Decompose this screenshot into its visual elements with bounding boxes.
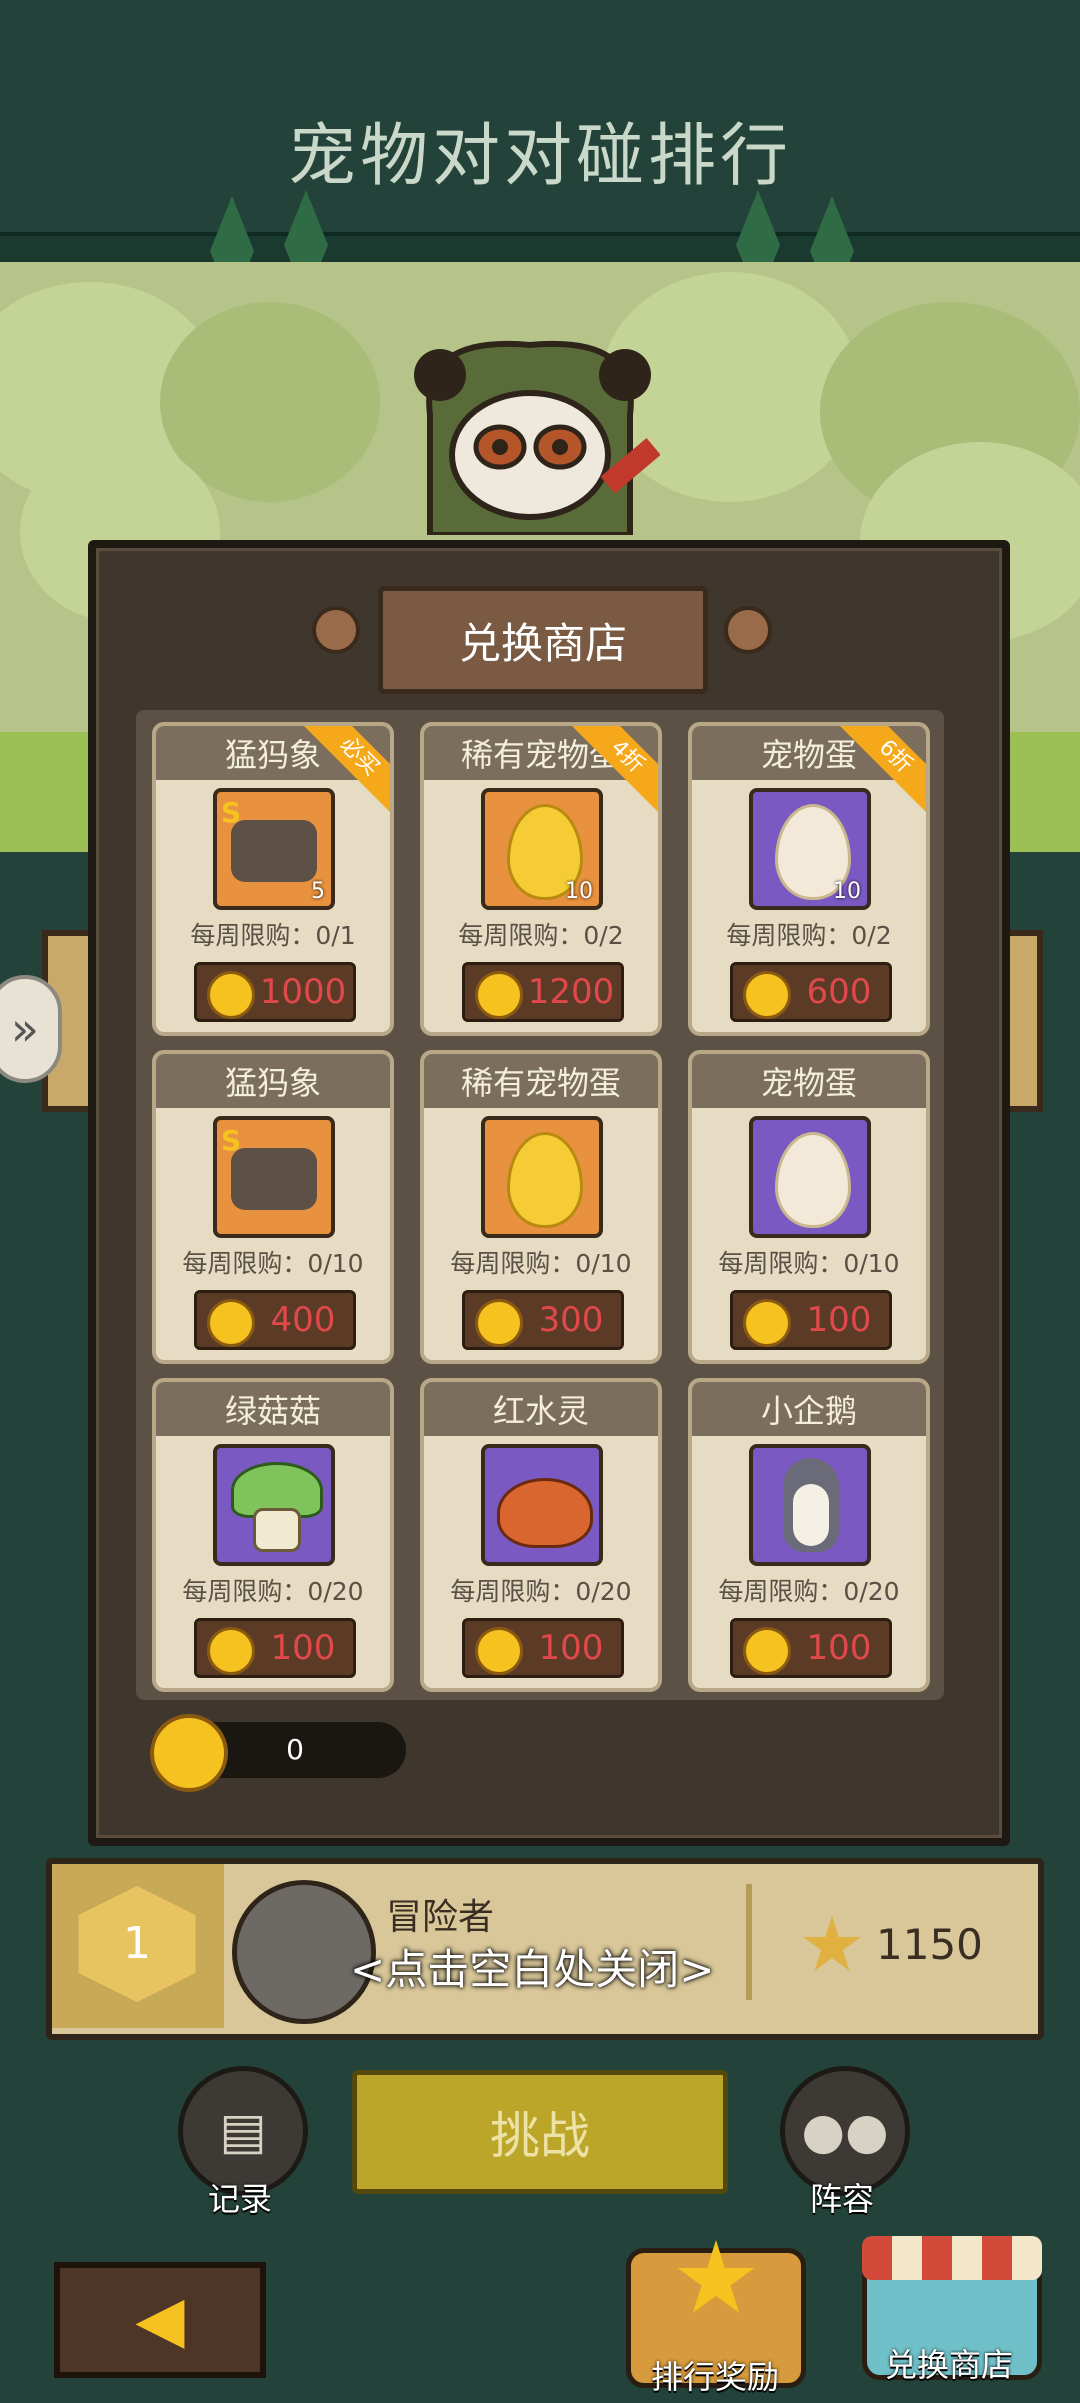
item-count: 10	[565, 879, 593, 904]
paw-coin-icon	[150, 1714, 228, 1792]
buy-price-button[interactable]: 600	[730, 962, 892, 1022]
divider	[746, 1884, 752, 2000]
shop-awning-icon	[862, 2236, 1042, 2280]
record-label: 记录	[207, 2180, 272, 2218]
nail-decoration	[724, 606, 772, 654]
shop-item-card[interactable]: 猛犸象 S 5 每周限购：0/1 1000 必买	[152, 722, 394, 1036]
exchange-shop-label: 兑换商店	[884, 2346, 1013, 2384]
tap-to-close-hint[interactable]: <点击空白处关闭>	[350, 1936, 714, 1997]
item-price: 300	[538, 1300, 604, 1340]
pet-egg-icon	[749, 1116, 871, 1238]
weekly-limit: 每周限购：0/10	[450, 1249, 632, 1278]
paw-coin-icon	[475, 971, 523, 1019]
shop-item-card[interactable]: 宠物蛋每周限购：0/10 100	[688, 1050, 930, 1364]
shop-item-card[interactable]: 小企鹅每周限购：0/20 100	[688, 1378, 930, 1692]
penguin-icon	[749, 1444, 871, 1566]
panda-pet-image	[414, 340, 660, 535]
item-price: 100	[806, 1628, 872, 1668]
mammoth-icon: S	[213, 1116, 335, 1238]
side-expand-button[interactable]: »	[0, 975, 62, 1083]
buy-price-button[interactable]: 1200	[462, 962, 624, 1022]
page-title: 宠物对对碰排行	[287, 117, 792, 196]
weekly-limit: 每周限购：0/2	[458, 921, 624, 950]
item-count: 5	[311, 879, 325, 904]
item-count: 10	[833, 879, 861, 904]
mammoth-icon: S5	[213, 788, 335, 910]
item-name: 红水灵	[424, 1382, 658, 1436]
shop-item-card[interactable]: 猛犸象 S 每周限购：0/10 400	[152, 1050, 394, 1364]
item-name: 小企鹅	[692, 1382, 926, 1436]
shop-title-sign: 兑换商店	[378, 586, 708, 694]
back-button[interactable]: ◀	[54, 2262, 266, 2378]
shop-item-card[interactable]: 稀有宠物蛋每周限购：0/10 300	[420, 1050, 662, 1364]
item-price: 100	[270, 1628, 336, 1668]
arrow-left-icon: ◀	[135, 2283, 185, 2357]
nail-decoration	[312, 606, 360, 654]
buy-price-button[interactable]: 100	[730, 1290, 892, 1350]
mushroom-icon	[213, 1444, 335, 1566]
item-name: 猛犸象	[156, 1054, 390, 1108]
challenge-button[interactable]: 挑战	[352, 2070, 728, 2194]
weekly-limit: 每周限购：0/20	[718, 1577, 900, 1606]
weekly-limit: 每周限购：0/1	[190, 921, 356, 950]
currency-amount: 0	[286, 1733, 304, 1766]
buy-price-button[interactable]: 300	[462, 1290, 624, 1350]
paw-coin-icon	[207, 1627, 255, 1675]
shop-item-card[interactable]: 绿菇菇每周限购：0/20 100	[152, 1378, 394, 1692]
paw-coin-icon	[207, 971, 255, 1019]
player-name: 冒险者	[386, 1897, 495, 1938]
buy-price-button[interactable]: 400	[194, 1290, 356, 1350]
item-price: 600	[806, 972, 872, 1012]
buy-price-button[interactable]: 100	[462, 1618, 624, 1678]
weekly-limit: 每周限购：0/10	[182, 1249, 364, 1278]
weekly-limit: 每周限购：0/20	[450, 1577, 632, 1606]
item-price: 100	[806, 1300, 872, 1340]
item-price: 1000	[259, 972, 347, 1012]
lineup-label: 阵容	[809, 2180, 874, 2218]
paw-coin-icon	[743, 1299, 791, 1347]
weekly-limit: 每周限购：0/10	[718, 1249, 900, 1278]
slime-icon	[481, 1444, 603, 1566]
weekly-limit: 每周限购：0/2	[726, 921, 892, 950]
group-icon: ●●	[801, 2102, 889, 2160]
paw-coin-icon	[475, 1299, 523, 1347]
rank-reward-label: 排行奖励	[650, 2358, 779, 2396]
gold-egg-icon: 10	[481, 788, 603, 910]
shop-item-card[interactable]: 红水灵每周限购：0/20 100	[420, 1378, 662, 1692]
item-price: 100	[538, 1628, 604, 1668]
paw-coin-icon	[475, 1627, 523, 1675]
pet-egg-icon: 10	[749, 788, 871, 910]
item-name: 稀有宠物蛋	[424, 1054, 658, 1108]
buy-price-button[interactable]: 100	[194, 1618, 356, 1678]
shop-item-card[interactable]: 宠物蛋 10 每周限购：0/2 600 6折	[688, 722, 930, 1036]
weekly-limit: 每周限购：0/20	[182, 1577, 364, 1606]
paw-coin-icon	[743, 1627, 791, 1675]
gold-egg-icon	[481, 1116, 603, 1238]
item-price: 1200	[527, 972, 615, 1012]
item-name: 宠物蛋	[692, 1054, 926, 1108]
rank-position: 1	[123, 1918, 151, 1969]
double-chevron-right-icon: »	[10, 1002, 40, 1056]
paw-coin-icon	[743, 971, 791, 1019]
item-name: 绿菇菇	[156, 1382, 390, 1436]
paw-coin-icon	[207, 1299, 255, 1347]
item-price: 400	[270, 1300, 336, 1340]
buy-price-button[interactable]: 100	[730, 1618, 892, 1678]
buy-price-button[interactable]: 1000	[194, 962, 356, 1022]
clipboard-icon: ▤	[219, 2102, 267, 2160]
rank-score: 1150	[876, 1920, 983, 1969]
shop-item-card[interactable]: 稀有宠物蛋 10 每周限购：0/2 1200 4折	[420, 722, 662, 1036]
